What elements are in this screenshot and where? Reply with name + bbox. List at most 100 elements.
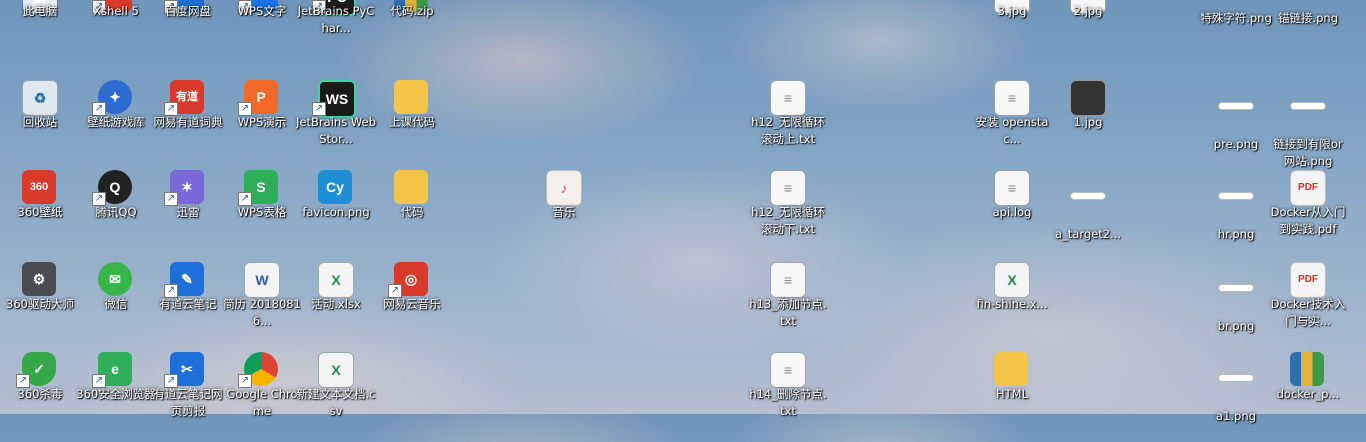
desktop-icon-a-target2[interactable]: a_target2...: [1048, 170, 1128, 260]
netease-music-glyph: ◎: [404, 271, 418, 287]
desktop-icon-label: 此电脑: [22, 4, 58, 18]
360-driver-icon: ⚙: [22, 262, 56, 296]
desktop-icon-xshell[interactable]: X↗Xshell 5: [76, 0, 156, 70]
360-driver-glyph: ⚙: [32, 271, 46, 287]
desktop-icon-h12-loop-up-txt[interactable]: ≡ h12_无限循环滚动上.txt: [748, 80, 828, 170]
desktop-icon-docker-p[interactable]: docker_p...: [1268, 352, 1348, 442]
hr-png-icon: [1218, 192, 1254, 200]
activity-xlsx-icon: X: [318, 262, 354, 298]
desktop-icon-360-browser[interactable]: e ↗ 360安全浏览器: [76, 352, 156, 442]
desktop-icon-music[interactable]: ♪ 音乐: [524, 170, 604, 260]
desktop-icon-label: 回收站: [22, 115, 58, 129]
desktop-icon-label: Xshell 5: [93, 4, 139, 18]
desktop-icon-label: Google Chrome: [226, 387, 298, 418]
desktop-icon-class-code-folder[interactable]: 上课代码: [372, 80, 452, 170]
desktop-icon-webstorm[interactable]: WS ↗ JetBrains WebStor...: [296, 80, 376, 170]
desktop-icon-label: 1.jpg: [1073, 115, 1103, 129]
desktop-icon-h12-loop-down-txt[interactable]: ≡ h12_无限循环滚动下.txt: [748, 170, 828, 260]
desktop-icon-label: 腾讯QQ: [95, 205, 137, 219]
desktop-icon-label: fin-shine.x...: [976, 297, 1048, 311]
desktop-icon-resume[interactable]: W 简历 20180816...: [222, 262, 302, 352]
h14-delete-node-glyph: ≡: [783, 362, 793, 378]
desktop-icon-google-chrome[interactable]: ↗ Google Chrome: [222, 352, 302, 442]
desktop-icon-html-folder[interactable]: HTML: [972, 352, 1052, 442]
desktop-icon-code-folder[interactable]: 代码: [372, 170, 452, 260]
docker-tech-glyph: PDF: [1298, 274, 1318, 285]
desktop-icon-wps-writer[interactable]: W↗WPS文字: [222, 0, 302, 70]
desktop-icon-label: hr.png: [1217, 227, 1255, 241]
pre-png-icon: [1218, 102, 1254, 110]
desktop-icon-label: 3.jpg: [997, 4, 1027, 18]
a-target2-icon: [1070, 192, 1106, 200]
desktop-icon-label: h13_添加节点.txt: [749, 297, 827, 328]
desktop-icon-install-openstack[interactable]: ≡ 安装 openstac...: [972, 80, 1052, 170]
desktop-icon-360-antivirus[interactable]: ✓ ↗ 360杀毒: [0, 352, 80, 442]
desktop-icon-label: 网易有道词典: [153, 115, 223, 129]
desktop-icon-wps-spreadsheet[interactable]: S ↗ WPS表格: [222, 170, 302, 260]
new-text-doc-icon: X: [318, 352, 354, 388]
desktop-icon-new-text-doc[interactable]: X 新建文本文档.csv: [296, 352, 376, 442]
desktop-icon-h13-add-node-txt[interactable]: ≡ h13_添加节点.txt: [748, 262, 828, 352]
desktop-icon-label: 特殊字符.png: [1200, 11, 1272, 25]
desktop-icon-label: 360壁纸: [17, 205, 63, 219]
desktop-icon-netease-music[interactable]: ◎ ↗ 网易云音乐: [372, 262, 452, 352]
desktop-icon-hr-png[interactable]: hr.png: [1196, 170, 1276, 260]
desktop-icon-1jpg[interactable]: 1.jpg: [1048, 80, 1128, 170]
desktop-icon-this-pc[interactable]: ▣此电脑: [0, 0, 80, 70]
desktop-icon-360-driver[interactable]: ⚙ 360驱动大师: [0, 262, 80, 352]
desktop-icon-br-png[interactable]: br.png: [1196, 262, 1276, 352]
wps-presentation-glyph: P: [256, 89, 266, 105]
desktop-icon-a1-png[interactable]: a1.png: [1196, 352, 1276, 442]
docker-p-icon: [1290, 352, 1324, 386]
br-png-icon: [1218, 284, 1254, 292]
desktop-icon-h14-delete-node[interactable]: ≡ h14_删除节点.txt: [748, 352, 828, 442]
desktop-icon-docker-practice-pdf[interactable]: PDF Docker从入门到实践.pdf: [1268, 170, 1348, 260]
desktop-icon-wps-presentation[interactable]: P ↗ WPS演示: [222, 80, 302, 170]
desktop-icon-360-wallpaper[interactable]: 360 360壁纸: [0, 170, 80, 260]
a1-png-icon: [1218, 374, 1254, 382]
desktop: ▣此电脑X↗Xshell 5∞↗百度网盘W↗WPS文字PC↗JetBrains …: [0, 0, 1366, 423]
favicon-png-icon: Cy: [318, 170, 352, 204]
desktop-icon-recycle-bin[interactable]: ♻ 回收站: [0, 80, 80, 170]
desktop-icon-baidu-netdisk[interactable]: ∞↗百度网盘: [148, 0, 228, 70]
desktop-icon-docker-tech[interactable]: PDF Docker技术入门与实...: [1268, 262, 1348, 352]
desktop-icon-label: JetBrains PyChar...: [297, 4, 375, 35]
desktop-icon-label: HTML: [995, 387, 1028, 401]
desktop-icon-3jpg[interactable]: 3.jpg: [972, 0, 1052, 70]
desktop-icon-wallpaper-game[interactable]: ✦ ↗ 壁纸游戏库: [76, 80, 156, 170]
desktop-icon-activity-xlsx[interactable]: X 活动.xlsx: [296, 262, 376, 352]
desktop-icon-wechat[interactable]: ✉ 微信: [76, 262, 156, 352]
desktop-icon-xunlei[interactable]: ✶ ↗ 迅雷: [148, 170, 228, 260]
docker-practice-pdf-icon: PDF: [1290, 170, 1326, 206]
desktop-icon-api-log[interactable]: ≡ api.log: [972, 170, 1052, 260]
desktop-icon-label: 新建文本文档.csv: [296, 387, 376, 418]
desktop-icon-youdao-web-clip[interactable]: ✂ ↗ 有道云笔记网页剪报: [148, 352, 228, 442]
desktop-icon-youdao-dict[interactable]: 有道 ↗ 网易有道词典: [148, 80, 228, 170]
desktop-icon-pycharm[interactable]: PC↗JetBrains PyChar...: [296, 0, 376, 70]
desktop-icon-pre-png[interactable]: pre.png: [1196, 80, 1276, 170]
desktop-icon-youdao-note[interactable]: ✎ ↗ 有道云笔记: [148, 262, 228, 352]
youdao-dict-glyph: 有道: [176, 90, 198, 103]
desktop-icon-anchor-link-png[interactable]: 锚链接.png: [1268, 0, 1348, 70]
h12-loop-down-txt-glyph: ≡: [783, 180, 793, 196]
desktop-icon-2jpg[interactable]: 2.jpg: [1048, 0, 1128, 70]
recycle-bin-icon: ♻: [22, 80, 58, 116]
desktop-icon-tencent-qq[interactable]: Q ↗ 腾讯QQ: [76, 170, 156, 260]
desktop-icon-label: 活动.xlsx: [311, 297, 361, 311]
fin-shine-icon: X: [994, 262, 1030, 298]
desktop-icon-label: a_target2...: [1054, 227, 1122, 241]
desktop-icon-label: pre.png: [1213, 137, 1259, 151]
desktop-icon-label: 360杀毒: [17, 387, 63, 401]
favicon-png-glyph: Cy: [326, 179, 344, 195]
activity-xlsx-glyph: X: [331, 272, 341, 288]
desktop-icon-favicon-png[interactable]: Cy favicon.png: [296, 170, 376, 260]
desktop-icon-link-website-png[interactable]: 链接到有限or网站.png: [1268, 80, 1348, 170]
desktop-icon-code-zip[interactable]: 代码.zip: [372, 0, 452, 70]
api-log-glyph: ≡: [1007, 180, 1017, 196]
youdao-web-clip-glyph: ✂: [181, 361, 193, 377]
desktop-icon-label: 360安全浏览器: [76, 387, 156, 401]
desktop-icon-fin-shine[interactable]: Xfin-shine.x...: [972, 262, 1052, 352]
code-folder-icon: [394, 170, 428, 204]
desktop-icon-label: 有道云笔记网页剪报: [153, 387, 223, 418]
desktop-icon-special-char-png[interactable]: 特殊字符.png: [1196, 0, 1276, 70]
